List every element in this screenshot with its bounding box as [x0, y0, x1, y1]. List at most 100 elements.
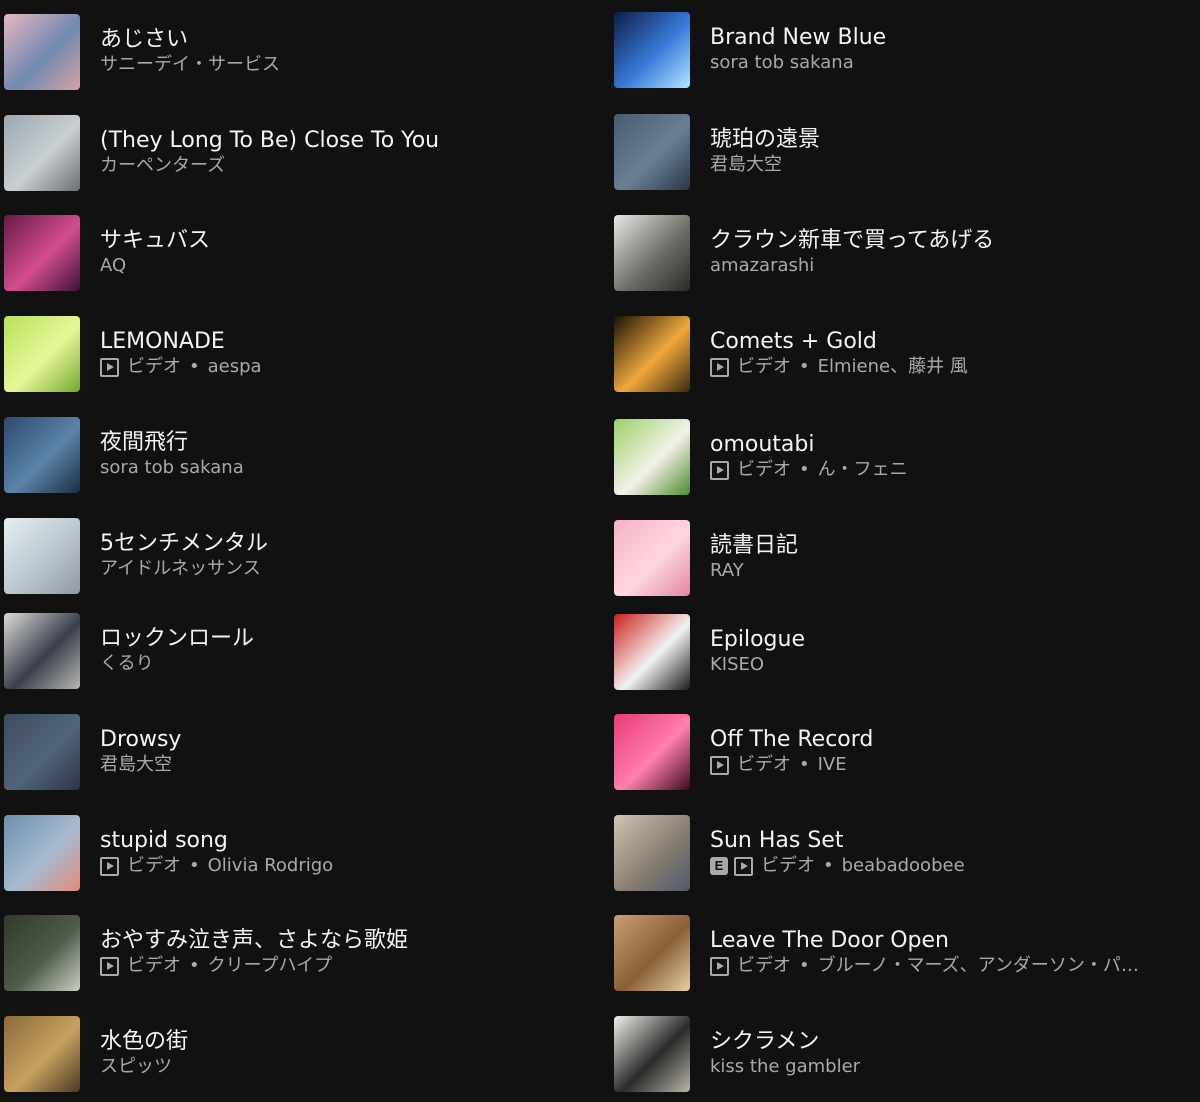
track-subtitle: カーペンターズ	[100, 154, 439, 178]
item-text: LEMONADE ビデオ • aespa	[100, 329, 262, 379]
item-text: Brand New Blue sora tob sakana	[710, 25, 886, 75]
video-icon	[710, 755, 729, 775]
track-title: Off The Record	[710, 727, 874, 752]
list-item[interactable]: omoutabi ビデオ • ん・フェニ	[614, 417, 908, 497]
list-item[interactable]: LEMONADE ビデオ • aespa	[4, 314, 262, 394]
item-text: omoutabi ビデオ • ん・フェニ	[710, 432, 908, 482]
item-text: 夜間飛行 sora tob sakana	[100, 430, 244, 480]
artist-name: Olivia Rodrigo	[207, 855, 334, 876]
item-text: Drowsy 君島大空	[100, 727, 181, 777]
item-text: ロックンロール くるり	[100, 626, 254, 676]
explicit-badge: E	[710, 857, 728, 875]
item-text: Epilogue KISEO	[710, 627, 805, 677]
list-item[interactable]: stupid song ビデオ • Olivia Rodrigo	[4, 813, 333, 893]
list-item[interactable]: あじさい サニーデイ・サービス	[4, 12, 280, 92]
track-subtitle: AQ	[100, 254, 210, 278]
video-label: ビデオ	[127, 356, 181, 377]
list-item[interactable]: Drowsy 君島大空	[4, 712, 181, 792]
track-title: Comets + Gold	[710, 329, 877, 354]
item-text: 琥珀の遠景 君島大空	[710, 127, 820, 177]
list-item[interactable]: 夜間飛行 sora tob sakana	[4, 415, 244, 495]
video-label: ビデオ	[737, 754, 791, 775]
album-art	[614, 614, 690, 690]
album-art	[4, 714, 80, 790]
item-text: シクラメン kiss the gambler	[710, 1029, 860, 1079]
list-item[interactable]: 読書日記 RAY	[614, 518, 798, 598]
artist-name: AQ	[100, 255, 127, 276]
track-subtitle: ビデオ • aespa	[100, 355, 262, 379]
track-title: (They Long To Be) Close To You	[100, 128, 440, 153]
album-art	[4, 613, 80, 689]
item-text: 読書日記 RAY	[710, 533, 798, 583]
video-icon	[734, 856, 753, 876]
track-title: Brand New Blue	[710, 25, 887, 50]
track-title: シクラメン	[710, 1029, 820, 1054]
list-item[interactable]: シクラメン kiss the gambler	[614, 1014, 860, 1094]
video-icon	[100, 956, 119, 976]
track-title: あじさい	[100, 27, 189, 52]
video-label: ビデオ	[127, 955, 181, 976]
track-subtitle: KISEO	[710, 653, 805, 677]
list-item[interactable]: Epilogue KISEO	[614, 612, 805, 692]
track-title: 水色の街	[100, 1029, 189, 1054]
video-label: ビデオ	[127, 855, 181, 876]
artist-name: ブルーノ・マーズ、アンダーソン・パ…	[817, 955, 1139, 976]
track-subtitle: 君島大空	[710, 153, 820, 177]
track-title: クラウン新車で買ってあげる	[710, 228, 995, 253]
item-text: おやすみ泣き声、さよなら歌姫 ビデオ • クリープハイプ	[100, 928, 408, 978]
item-text: Leave The Door Open ビデオ • ブルーノ・マーズ、アンダーソン・パ…	[710, 928, 1139, 978]
separator-dot: •	[189, 356, 200, 377]
album-art	[614, 915, 690, 991]
track-title: Leave The Door Open	[710, 928, 950, 953]
track-subtitle: スピッツ	[100, 1055, 188, 1079]
video-label: ビデオ	[737, 459, 791, 480]
album-art	[614, 1016, 690, 1092]
left-column: あじさい サニーデイ・サービス (They Long To Be) Close To…	[0, 0, 600, 1102]
artist-name: 君島大空	[100, 754, 172, 775]
list-item[interactable]: 水色の街 スピッツ	[4, 1014, 188, 1094]
list-item[interactable]: おやすみ泣き声、さよなら歌姫 ビデオ • クリープハイプ	[4, 913, 408, 993]
track-subtitle: amazarashi	[710, 254, 994, 278]
list-item[interactable]: サキュバス AQ	[4, 213, 210, 293]
artist-name: beabadoobee	[841, 855, 965, 876]
list-item[interactable]: Comets + Gold ビデオ • Elmiene、藤井 風	[614, 314, 968, 394]
separator-dot: •	[189, 955, 200, 976]
list-item[interactable]: クラウン新車で買ってあげる amazarashi	[614, 213, 994, 293]
album-art	[614, 114, 690, 190]
album-art	[614, 215, 690, 291]
track-subtitle: ビデオ • IVE	[710, 753, 873, 777]
list-item[interactable]: (They Long To Be) Close To You カーペンターズ	[4, 113, 439, 193]
track-subtitle: ビデオ • Elmiene、藤井 風	[710, 355, 968, 379]
track-subtitle: sora tob sakana	[100, 456, 244, 480]
album-art	[4, 14, 80, 90]
item-text: Sun Has Set E ビデオ • beabadoobee	[710, 828, 965, 878]
list-item[interactable]: Sun Has Set E ビデオ • beabadoobee	[614, 813, 965, 893]
video-icon	[100, 856, 119, 876]
album-art	[614, 12, 690, 88]
track-title: 夜間飛行	[100, 430, 189, 455]
track-title: Epilogue	[710, 627, 805, 652]
artist-name: 君島大空	[710, 154, 782, 175]
separator-dot: •	[799, 955, 810, 976]
album-art	[4, 215, 80, 291]
track-title: 5センチメンタル	[100, 531, 268, 556]
artist-name: カーペンターズ	[100, 155, 226, 176]
track-subtitle: サニーデイ・サービス	[100, 53, 280, 77]
list-item[interactable]: 5センチメンタル アイドルネッサンス	[4, 516, 268, 596]
track-title: LEMONADE	[100, 329, 225, 354]
list-item[interactable]: Leave The Door Open ビデオ • ブルーノ・マーズ、アンダーソン・パ…	[614, 913, 1139, 993]
artist-name: KISEO	[710, 654, 765, 675]
artist-name: スピッツ	[100, 1056, 172, 1077]
list-item[interactable]: 琥珀の遠景 君島大空	[614, 112, 820, 192]
artist-name: サニーデイ・サービス	[100, 54, 280, 75]
album-art	[614, 419, 690, 495]
item-text: (They Long To Be) Close To You カーペンターズ	[100, 128, 439, 178]
list-item[interactable]: Off The Record ビデオ • IVE	[614, 712, 873, 792]
list-item[interactable]: Brand New Blue sora tob sakana	[614, 10, 886, 90]
item-text: 5センチメンタル アイドルネッサンス	[100, 531, 268, 581]
list-item[interactable]: ロックンロール くるり	[4, 611, 254, 691]
track-subtitle: ビデオ • ブルーノ・マーズ、アンダーソン・パ…	[710, 954, 1139, 978]
artist-name: ん・フェニ	[817, 459, 908, 480]
album-art	[4, 115, 80, 191]
track-title: stupid song	[100, 828, 228, 853]
